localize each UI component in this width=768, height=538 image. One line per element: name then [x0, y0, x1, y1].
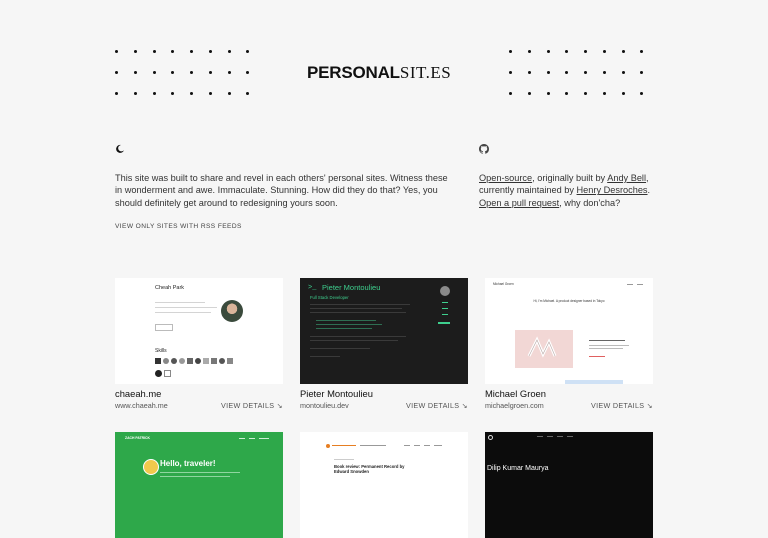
intro-text: This site was built to share and revel i…	[115, 173, 448, 208]
site-card-montoulieu[interactable]: >_ Pieter Montoulieu Full Stack Develope…	[300, 278, 468, 410]
about-text-part-1: , originally built by	[532, 173, 608, 183]
site-thumbnail[interactable]: Michael Groen Hi, I'm Michael. A product…	[485, 278, 653, 384]
site-card-groen[interactable]: Michael Groen Hi, I'm Michael. A product…	[485, 278, 653, 410]
logo-bold: PERSONAL	[307, 63, 400, 82]
logo-mark	[326, 444, 330, 448]
site-thumbnail[interactable]: Book review: Permanent Record by Edward …	[300, 432, 468, 538]
thumb-post-title: Book review: Permanent Record by Edward …	[334, 464, 405, 474]
logo-mark	[488, 435, 493, 440]
andy-bell-link[interactable]: Andy Bell	[607, 173, 646, 183]
avatar	[440, 286, 450, 296]
terminal-prompt-icon: >_	[308, 284, 317, 292]
site-logo[interactable]: PERSONALSIT.ES	[307, 63, 451, 83]
open-source-link[interactable]: Open-source	[479, 173, 532, 183]
thumb-greeting: Hello, traveler!	[160, 459, 216, 468]
view-details-link[interactable]: VIEW DETAILS ↘	[221, 401, 283, 410]
thumb-name: Dilip Kumar Maurya	[487, 465, 549, 472]
avatar	[221, 300, 243, 322]
about-text-part-3: .	[647, 185, 651, 196]
avatar	[143, 459, 159, 475]
thumb-subtitle: Full Stack Developer	[310, 295, 349, 300]
thumb-brand: Michael Groen	[493, 282, 514, 286]
hero-image	[515, 330, 573, 368]
thumb-brand: ZACH PATRICK	[125, 436, 150, 440]
site-thumbnail[interactable]: Cheah Park Skills	[115, 278, 283, 384]
theme-toggle-moon-icon[interactable]	[115, 144, 125, 154]
thumb-title: Pieter Montoulieu	[322, 283, 381, 292]
thumb-skills-label: Skills	[155, 348, 167, 354]
decorative-dot-grid-right	[509, 50, 659, 95]
view-details-link[interactable]: VIEW DETAILS ↘	[591, 401, 653, 410]
site-thumbnail[interactable]: ZACH PATRICK Hello, traveler!	[115, 432, 283, 538]
site-card-chaeah[interactable]: Cheah Park Skills chaeah.me www.chaeah.m…	[115, 278, 283, 410]
site-name: chaeah.me	[115, 388, 162, 399]
site-url: michaelgroen.com	[485, 401, 544, 410]
site-card-dilip[interactable]: Dilip Kumar Maurya	[485, 432, 653, 538]
site-name: Michael Groen	[485, 388, 546, 399]
site-thumbnail[interactable]: >_ Pieter Montoulieu Full Stack Develope…	[300, 278, 468, 384]
github-icon[interactable]	[479, 144, 489, 154]
about-text-part-4: , why don'cha?	[559, 197, 621, 208]
thumb-heading: Cheah Park	[155, 285, 185, 291]
about-text: Open-source, originally built by Andy Be…	[479, 172, 669, 209]
site-card-book-review[interactable]: Book review: Permanent Record by Edward …	[300, 432, 468, 538]
site-url: www.chaeah.me	[115, 401, 168, 410]
site-name: Pieter Montoulieu	[300, 388, 373, 399]
site-card-zach-patrick[interactable]: ZACH PATRICK Hello, traveler!	[115, 432, 283, 538]
view-details-link[interactable]: VIEW DETAILS ↘	[406, 401, 468, 410]
rss-filter-link[interactable]: VIEW ONLY SITES WITH RSS FEEDS	[115, 223, 242, 230]
decorative-dot-grid-left	[115, 50, 265, 95]
henry-desroches-link[interactable]: Henry Desroches	[577, 185, 648, 195]
logo-light: SIT.ES	[399, 63, 452, 82]
site-thumbnail[interactable]: Dilip Kumar Maurya	[485, 432, 653, 538]
thumb-tagline: Hi, I'm Michael. A product designer base…	[533, 299, 605, 303]
site-url: montoulieu.dev	[300, 401, 349, 410]
pull-request-link[interactable]: Open a pull request	[479, 198, 559, 208]
